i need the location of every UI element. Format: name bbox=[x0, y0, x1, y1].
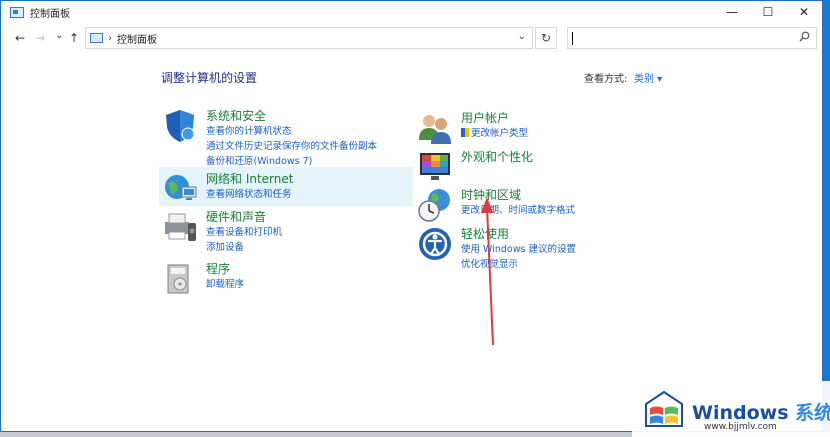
uac-shield-icon bbox=[461, 128, 469, 137]
chevron-right-icon: › bbox=[108, 32, 112, 44]
clock-globe-icon bbox=[418, 189, 450, 222]
search-input[interactable] bbox=[567, 27, 817, 49]
control-panel-icon bbox=[90, 33, 103, 43]
window-title: 控制面板 bbox=[30, 8, 70, 20]
minimize-button[interactable]: — bbox=[714, 1, 750, 23]
watermark-brand: Windows 系统之家 bbox=[692, 398, 830, 425]
close-button[interactable]: ✕ bbox=[786, 1, 822, 23]
category-title-network-internet[interactable]: 网络和 Internet bbox=[206, 171, 293, 187]
link-change-account-type[interactable]: 更改帐户类型 bbox=[461, 126, 528, 141]
control-panel-window: 控制面板 — ☐ ✕ ← → ⌄ ↑ › 控制面板 ⌄ ↻ 调整计算机的设置 查… bbox=[0, 0, 823, 432]
control-panel-icon bbox=[10, 6, 24, 18]
recent-locations-button[interactable]: ⌄ bbox=[55, 30, 63, 41]
watermark-brand-cn: 系统之家 bbox=[795, 402, 830, 424]
title-bar: 控制面板 — ☐ ✕ bbox=[1, 1, 822, 23]
address-row: ← → ⌄ ↑ › 控制面板 ⌄ ↻ bbox=[1, 27, 822, 51]
accessibility-icon bbox=[419, 228, 451, 260]
watermark-url: www.bjjmlv.com bbox=[704, 422, 777, 432]
view-by-dropdown[interactable]: 类别 ▾ bbox=[634, 70, 662, 85]
annotation-arrow bbox=[481, 197, 494, 346]
link-file-history[interactable]: 通过文件历史记录保存你的文件备份副本 bbox=[206, 139, 377, 154]
link-recommended-settings[interactable]: 使用 Windows 建议的设置 bbox=[461, 242, 576, 257]
refresh-button[interactable]: ↻ bbox=[535, 27, 557, 49]
programs-icon bbox=[167, 264, 189, 294]
users-icon bbox=[419, 115, 451, 144]
back-button[interactable]: ← bbox=[15, 31, 25, 45]
link-add-device[interactable]: 添加设备 bbox=[206, 240, 282, 255]
link-backup-restore[interactable]: 备份和还原(Windows 7) bbox=[206, 154, 377, 169]
link-change-date-time-format[interactable]: 更改日期、时间或数字格式 bbox=[461, 203, 575, 218]
search-icon[interactable] bbox=[799, 31, 810, 42]
network-icon bbox=[165, 175, 197, 200]
link-change-account-type-label: 更改帐户类型 bbox=[471, 128, 529, 139]
forward-button[interactable]: → bbox=[35, 31, 45, 45]
appearance-icon bbox=[420, 153, 450, 180]
category-title-appearance[interactable]: 外观和个性化 bbox=[461, 149, 533, 165]
link-devices-printers[interactable]: 查看设备和打印机 bbox=[206, 225, 282, 240]
up-button[interactable]: ↑ bbox=[69, 31, 79, 45]
link-view-computer-status[interactable]: 查看你的计算机状态 bbox=[206, 124, 377, 139]
link-uninstall-program[interactable]: 卸载程序 bbox=[206, 277, 244, 292]
watermark-brand-en: Windows bbox=[692, 402, 789, 424]
windows-logo-icon bbox=[645, 390, 683, 427]
breadcrumb[interactable]: 控制面板 bbox=[117, 31, 157, 46]
maximize-button[interactable]: ☐ bbox=[750, 1, 786, 23]
category-title-user-accounts[interactable]: 用户帐户 bbox=[461, 110, 528, 126]
category-title-hardware-sound[interactable]: 硬件和声音 bbox=[206, 209, 282, 225]
address-bar[interactable]: › 控制面板 ⌄ bbox=[85, 27, 533, 49]
category-title-system-security[interactable]: 系统和安全 bbox=[206, 108, 377, 124]
printer-icon bbox=[165, 213, 196, 241]
view-by-label: 查看方式: bbox=[584, 74, 628, 85]
text-caret bbox=[572, 32, 573, 45]
watermark: Windows 系统之家 www.bjjmlv.com bbox=[632, 381, 830, 437]
category-title-clock-region[interactable]: 时钟和区域 bbox=[461, 187, 575, 203]
category-title-programs[interactable]: 程序 bbox=[206, 261, 244, 277]
link-optimize-visual-display[interactable]: 优化视觉显示 bbox=[461, 257, 576, 272]
category-title-ease-of-access[interactable]: 轻松使用 bbox=[461, 226, 576, 242]
page-title: 调整计算机的设置 bbox=[161, 71, 258, 85]
link-network-status[interactable]: 查看网络状态和任务 bbox=[206, 187, 293, 202]
refresh-icon: ↻ bbox=[540, 31, 552, 45]
shield-icon bbox=[166, 110, 195, 142]
chevron-down-icon[interactable]: ⌄ bbox=[518, 31, 526, 42]
